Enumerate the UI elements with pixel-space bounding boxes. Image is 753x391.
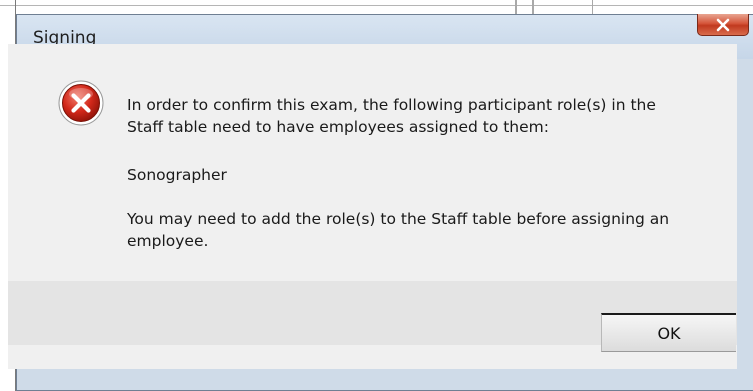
message-line: employee.	[127, 230, 727, 252]
close-button[interactable]	[697, 14, 749, 36]
background-divider	[592, 0, 593, 14]
background-divider	[0, 5, 753, 6]
close-icon	[715, 18, 731, 32]
background-divider	[532, 0, 534, 14]
role-name: Sonographer	[127, 164, 227, 186]
background-divider	[515, 0, 517, 14]
message-line: Staff table need to have employees assig…	[127, 116, 727, 138]
ok-button[interactable]: OK	[601, 313, 736, 352]
error-icon	[58, 80, 104, 126]
hint-message: You may need to add the role(s) to the S…	[127, 208, 727, 252]
message-line: In order to confirm this exam, the follo…	[127, 94, 727, 116]
message-line: You may need to add the role(s) to the S…	[127, 208, 727, 230]
error-message: In order to confirm this exam, the follo…	[127, 94, 727, 138]
